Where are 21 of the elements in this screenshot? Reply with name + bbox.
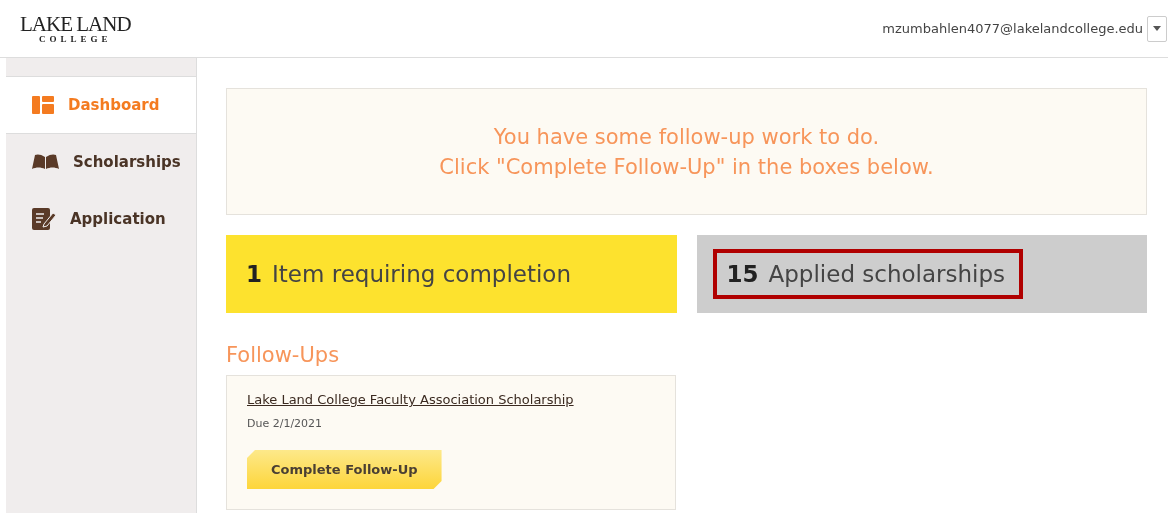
college-logo[interactable]: LAKE LAND COLLEGE — [20, 13, 131, 44]
sidebar-item[interactable]: Scholarships — [6, 134, 196, 191]
sidebar-item[interactable]: Application — [6, 191, 196, 248]
due-date: Due 2/1/2021 — [247, 417, 323, 430]
stat-count: 1 — [246, 261, 262, 287]
stat-label: Item requiring completion — [272, 261, 571, 287]
stat-label: Applied scholarships — [768, 261, 1006, 287]
caret-icon — [1153, 26, 1161, 31]
notice-text: You have some follow-up work to do. — [493, 123, 880, 151]
stat-tile[interactable]: 1 Item requiring completion — [226, 235, 677, 313]
stat-tile[interactable]: 15 Applied scholarships — [696, 235, 1147, 313]
edit-icon — [32, 208, 56, 230]
stat-count: 15 — [726, 261, 759, 287]
notice-text: Click "Complete Follow-Up" in the boxes below. — [439, 153, 934, 181]
section-title: Follow-Ups — [226, 343, 341, 367]
dashboard-icon — [32, 96, 54, 114]
scholarship-link[interactable]: Lake Land College Faculty Association Scholarship — [247, 392, 574, 407]
account-dropdown-button[interactable] — [1147, 15, 1167, 42]
user-email: mzumbahlen4077@lakelandcollege.edu — [882, 21, 1143, 36]
complete-follow-up-button[interactable]: Complete Follow-Up — [247, 450, 442, 489]
book-icon — [32, 154, 59, 170]
